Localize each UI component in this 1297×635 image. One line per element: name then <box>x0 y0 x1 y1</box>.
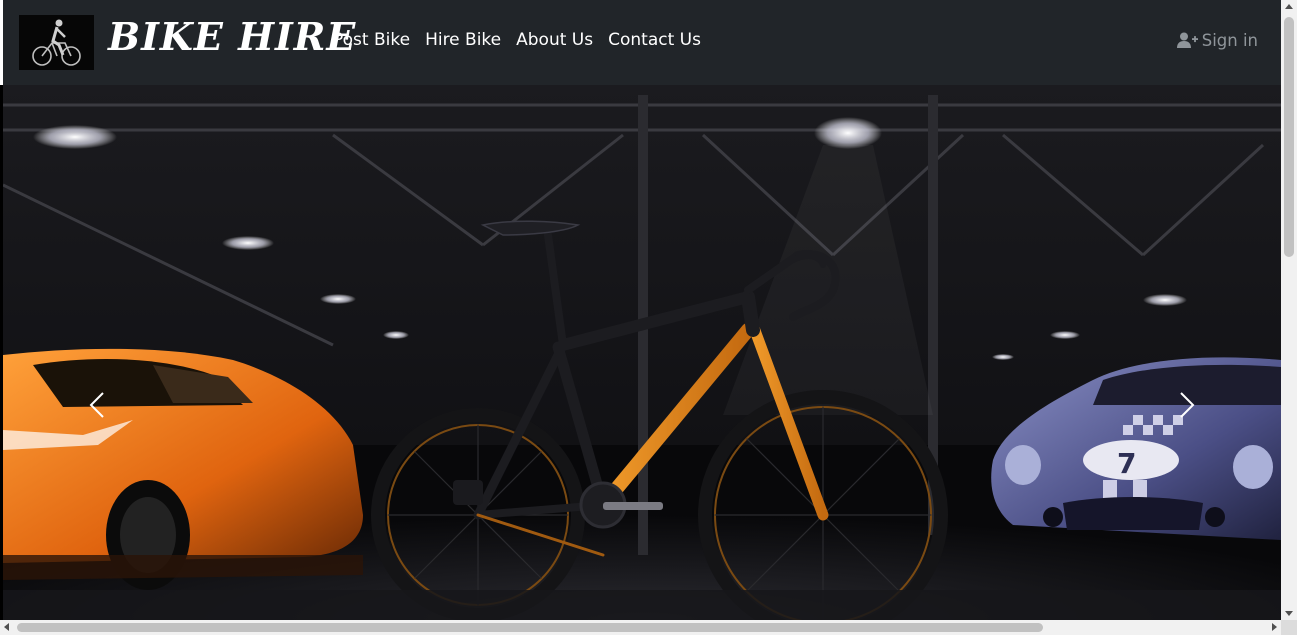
carousel-prev-button[interactable] <box>79 385 119 425</box>
sign-in-link[interactable]: Sign in <box>1176 31 1258 50</box>
brand-logo-cyclist-icon[interactable] <box>19 15 94 70</box>
nav-links: Post Bike Hire Bike About Us Contact Us <box>333 30 701 50</box>
scroll-up-arrow-icon[interactable] <box>1285 4 1293 9</box>
nav-link-hire-bike[interactable]: Hire Bike <box>425 30 501 50</box>
nav-link-post-bike[interactable]: Post Bike <box>333 30 410 50</box>
scroll-left-arrow-icon[interactable] <box>4 623 9 631</box>
navbar: BIKE HIRE Post Bike Hire Bike About Us C… <box>0 0 1281 85</box>
scroll-right-arrow-icon[interactable] <box>1272 623 1277 631</box>
hero-image-bike-garage: 7 <box>3 85 1281 620</box>
page: BIKE HIRE Post Bike Hire Bike About Us C… <box>0 0 1281 620</box>
svg-text:7: 7 <box>1117 447 1136 480</box>
sign-in-label: Sign in <box>1201 31 1258 50</box>
user-plus-icon <box>1176 32 1198 49</box>
vertical-scroll-thumb[interactable] <box>1284 17 1294 257</box>
hero-carousel[interactable]: 7 <box>3 85 1281 620</box>
carousel-next-button[interactable] <box>1165 385 1205 425</box>
chevron-left-icon <box>79 392 119 429</box>
scroll-down-arrow-icon[interactable] <box>1285 611 1293 616</box>
brand-title[interactable]: BIKE HIRE <box>108 14 356 59</box>
nav-link-about-us[interactable]: About Us <box>516 30 593 50</box>
scrollbar-corner <box>1281 620 1297 635</box>
vertical-scrollbar[interactable] <box>1281 0 1297 620</box>
nav-link-contact-us[interactable]: Contact Us <box>608 30 701 50</box>
horizontal-scroll-thumb[interactable] <box>17 623 1043 632</box>
horizontal-scrollbar[interactable] <box>0 620 1281 635</box>
chevron-right-icon <box>1165 392 1205 429</box>
